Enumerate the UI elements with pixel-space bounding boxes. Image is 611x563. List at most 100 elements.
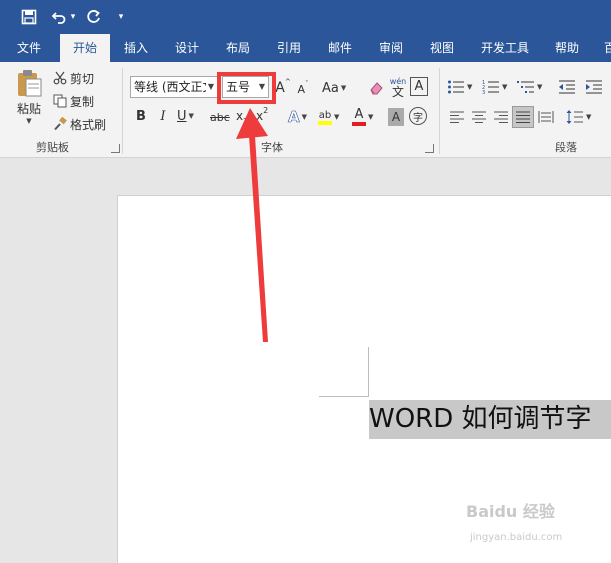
character-shading-label: A	[391, 110, 401, 124]
cut-button[interactable]: 剪切	[53, 69, 94, 87]
multilevel-list-button[interactable]: ▼	[517, 77, 542, 97]
redo-button[interactable]	[84, 5, 104, 29]
align-left-button[interactable]	[448, 107, 466, 127]
enclose-characters-label: 字	[413, 112, 423, 124]
page-margin-marker	[368, 347, 369, 397]
phonetic-bottom-label: 文	[391, 85, 404, 99]
strikethrough-button[interactable]: abc	[210, 108, 230, 126]
chevron-down-icon: ▼	[26, 117, 32, 125]
format-painter-label: 格式刷	[70, 117, 107, 132]
change-case-label: Aa	[322, 80, 339, 96]
italic-label: I	[160, 108, 166, 124]
align-center-icon	[472, 111, 486, 123]
distributed-button[interactable]	[537, 107, 555, 127]
enclose-characters-button[interactable]: 字	[409, 107, 427, 125]
annotation-highlight-box	[217, 72, 276, 104]
customize-qat-button[interactable]: ▾	[114, 5, 128, 29]
justify-icon	[516, 111, 530, 123]
tab-mailings[interactable]: 邮件	[318, 34, 362, 62]
undo-icon	[51, 12, 66, 24]
grow-font-label: A	[275, 80, 285, 96]
tab-references[interactable]: 引用	[267, 34, 311, 62]
font-name-combo[interactable]: 等线 (西文正文 ▼	[130, 76, 218, 98]
character-border-button[interactable]: A	[410, 77, 428, 96]
watermark-url: jingyan.baidu.com	[470, 532, 563, 543]
tab-file[interactable]: 文件	[6, 34, 52, 62]
tab-review[interactable]: 审阅	[369, 34, 413, 62]
tab-developer[interactable]: 开发工具	[472, 34, 538, 62]
copy-icon	[53, 94, 67, 108]
tab-more[interactable]: 百	[600, 34, 611, 62]
decrease-indent-icon	[559, 80, 575, 94]
bold-button[interactable]: B	[133, 106, 149, 126]
chevron-down-icon: ▼	[205, 77, 214, 97]
ribbon-tabs: 文件 开始 插入 设计 布局 引用 邮件 审阅 视图 开发工具 帮助 百	[0, 34, 611, 62]
font-group-label: 字体	[261, 141, 283, 154]
superscript-button[interactable]: x2	[256, 106, 268, 126]
copy-button[interactable]: 复制	[53, 92, 94, 110]
tab-home[interactable]: 开始	[60, 34, 110, 62]
cut-label: 剪切	[70, 71, 95, 86]
shrink-font-button[interactable]: Aˇ	[296, 80, 310, 98]
subscript-button[interactable]: x2	[236, 106, 248, 126]
line-spacing-icon	[566, 110, 583, 124]
superscript-label: x	[256, 109, 264, 123]
decrease-indent-button[interactable]	[557, 77, 577, 97]
superscript-mark: 2	[263, 106, 269, 115]
clipboard-group-label: 剪贴板	[36, 141, 69, 154]
justify-button[interactable]	[512, 106, 534, 128]
font-name-value: 等线 (西文正文	[134, 80, 215, 94]
highlight-label: ab	[318, 109, 332, 121]
paste-label: 粘贴	[16, 102, 41, 116]
scissors-icon	[53, 71, 67, 85]
underline-button[interactable]: U ▼	[177, 106, 194, 126]
align-right-button[interactable]	[492, 107, 510, 127]
save-button[interactable]	[18, 5, 40, 29]
align-left-icon	[450, 111, 464, 123]
font-color-button[interactable]: A ▼	[352, 106, 373, 128]
undo-button[interactable]	[50, 5, 68, 29]
tab-design[interactable]: 设计	[165, 34, 209, 62]
distributed-align-icon	[538, 111, 554, 123]
change-case-button[interactable]: Aa ▼	[322, 78, 346, 98]
align-center-button[interactable]	[470, 107, 488, 127]
clear-formatting-button[interactable]	[367, 78, 385, 98]
phonetic-guide-button[interactable]: wén 文	[388, 76, 408, 100]
paragraph-group-label: 段落	[555, 141, 577, 154]
multilevel-list-icon	[517, 81, 534, 93]
numbering-button[interactable]: 1 2 3 ▼	[482, 77, 507, 97]
increase-indent-button[interactable]	[584, 77, 604, 97]
tab-view[interactable]: 视图	[420, 34, 464, 62]
baidu-watermark-logo: Baidu 经验	[466, 498, 555, 522]
paintbrush-icon	[54, 117, 67, 131]
selected-document-text[interactable]: WORD 如何调节字	[369, 400, 611, 439]
strikethrough-label: abc	[210, 110, 230, 124]
grow-font-button[interactable]: A ^	[275, 78, 290, 98]
highlight-swatch	[318, 120, 332, 125]
clipboard-dialog-launcher[interactable]	[111, 144, 120, 153]
highlight-color-button[interactable]: ab ▼	[318, 106, 339, 128]
italic-button[interactable]: I	[155, 106, 171, 126]
text-effects-button[interactable]: A ▼	[288, 106, 307, 128]
watermark-brand: Baidu 经验	[466, 502, 555, 521]
format-painter-button[interactable]: 格式刷	[53, 115, 106, 133]
tab-layout[interactable]: 布局	[216, 34, 260, 62]
save-icon	[21, 9, 37, 25]
character-shading-button[interactable]: A	[388, 108, 404, 126]
text-effects-label: A	[288, 108, 300, 127]
bullets-button[interactable]: ▼	[447, 77, 472, 97]
group-divider	[439, 68, 440, 154]
align-right-icon	[494, 111, 508, 123]
font-dialog-launcher[interactable]	[425, 144, 434, 153]
repeat-icon	[87, 10, 100, 23]
paste-button[interactable]: 粘贴 ▼	[8, 68, 50, 132]
ribbon: 粘贴 ▼ 剪切 复制 格式刷 剪贴板 等线 (西文正文 ▼ 五号 ▼ A ^ A…	[0, 62, 611, 158]
subscript-label: x	[236, 109, 244, 123]
tab-insert[interactable]: 插入	[114, 34, 158, 62]
group-divider	[122, 68, 123, 154]
svg-text:3: 3	[482, 90, 485, 95]
tab-help[interactable]: 帮助	[545, 34, 589, 62]
font-color-label: A	[354, 107, 364, 122]
line-spacing-button[interactable]: ▼	[566, 107, 591, 127]
undo-dropdown[interactable]: ▾	[68, 5, 78, 29]
